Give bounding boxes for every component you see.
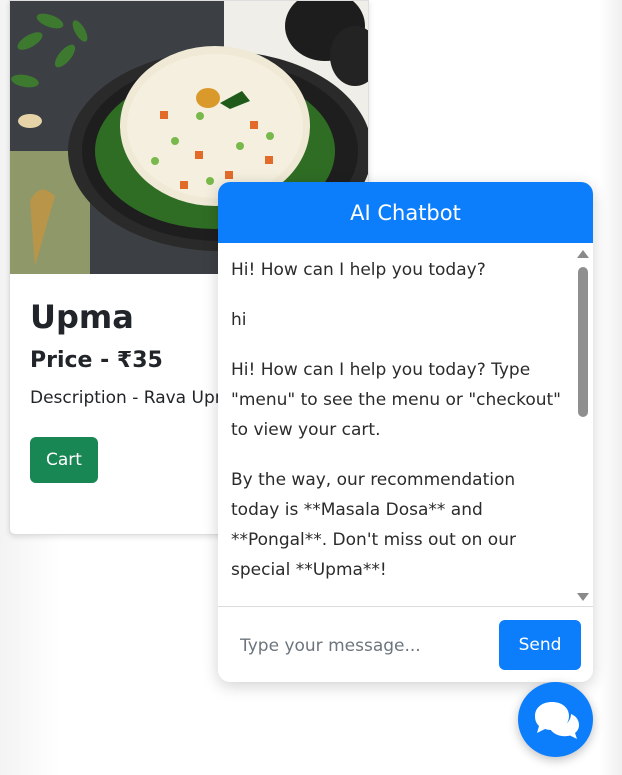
chat-message: By the way, our recommendation today is … <box>231 470 516 580</box>
chatbot-window: AI Chatbot Hi! How can I help you today?… <box>218 182 593 682</box>
scroll-down-arrow-icon[interactable] <box>577 593 589 601</box>
chatbot-header: AI Chatbot <box>218 182 593 243</box>
page: Upma Price - ₹35 Description - Rava Upma… <box>0 0 622 775</box>
chat-bubbles-icon <box>534 701 579 739</box>
chat-toggle-button[interactable] <box>518 682 593 757</box>
send-button[interactable]: Send <box>499 620 581 670</box>
chat-message-input[interactable] <box>228 620 502 672</box>
chat-messages[interactable]: Hi! How can I help you today? hi Hi! How… <box>218 243 593 607</box>
chat-scrollbar[interactable] <box>573 243 593 606</box>
chat-message: Hi! How can I help you today? <box>231 260 486 280</box>
add-to-cart-button[interactable]: Cart <box>30 437 98 483</box>
chat-message: hi <box>231 310 247 330</box>
chat-message: Hi! How can I help you today? Type "menu… <box>231 360 561 440</box>
scroll-thumb[interactable] <box>578 267 588 417</box>
scroll-up-arrow-icon[interactable] <box>577 250 589 258</box>
